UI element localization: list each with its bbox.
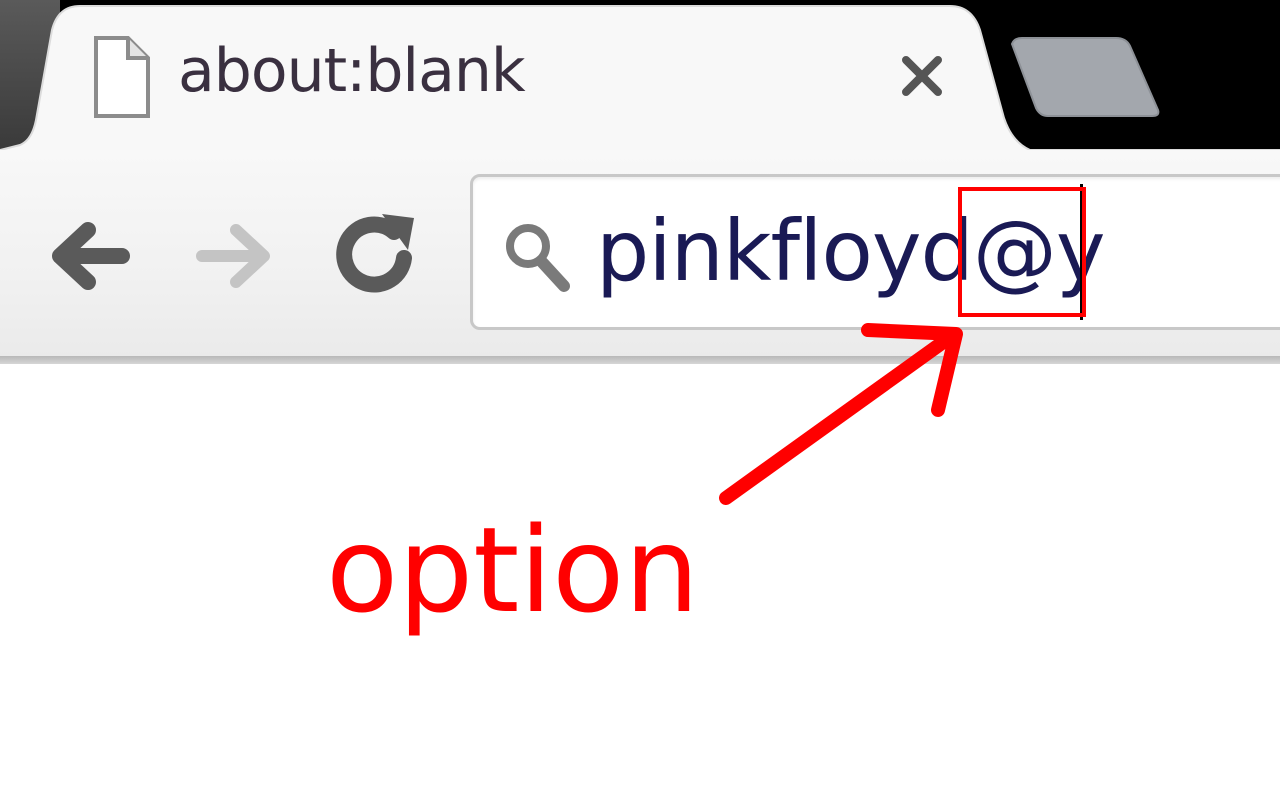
annotation-highlight-box — [958, 187, 1086, 317]
browser-window: about:blank pinkfloyd@y option — [0, 0, 1280, 800]
reload-button[interactable] — [322, 200, 432, 310]
annotation-label: option — [326, 501, 700, 639]
search-icon — [506, 224, 570, 292]
toolbar-divider — [0, 356, 1280, 364]
forward-button[interactable] — [180, 200, 290, 310]
new-tab-button[interactable] — [1008, 36, 1164, 118]
forward-arrow-icon — [196, 224, 270, 288]
blank-page-icon — [94, 36, 150, 118]
back-arrow-icon — [52, 222, 130, 290]
back-button[interactable] — [38, 200, 148, 310]
annotation-arrow-icon — [719, 323, 963, 505]
reload-icon — [336, 214, 414, 293]
close-icon[interactable] — [896, 50, 948, 102]
tab-title: about:blank — [178, 36, 526, 106]
